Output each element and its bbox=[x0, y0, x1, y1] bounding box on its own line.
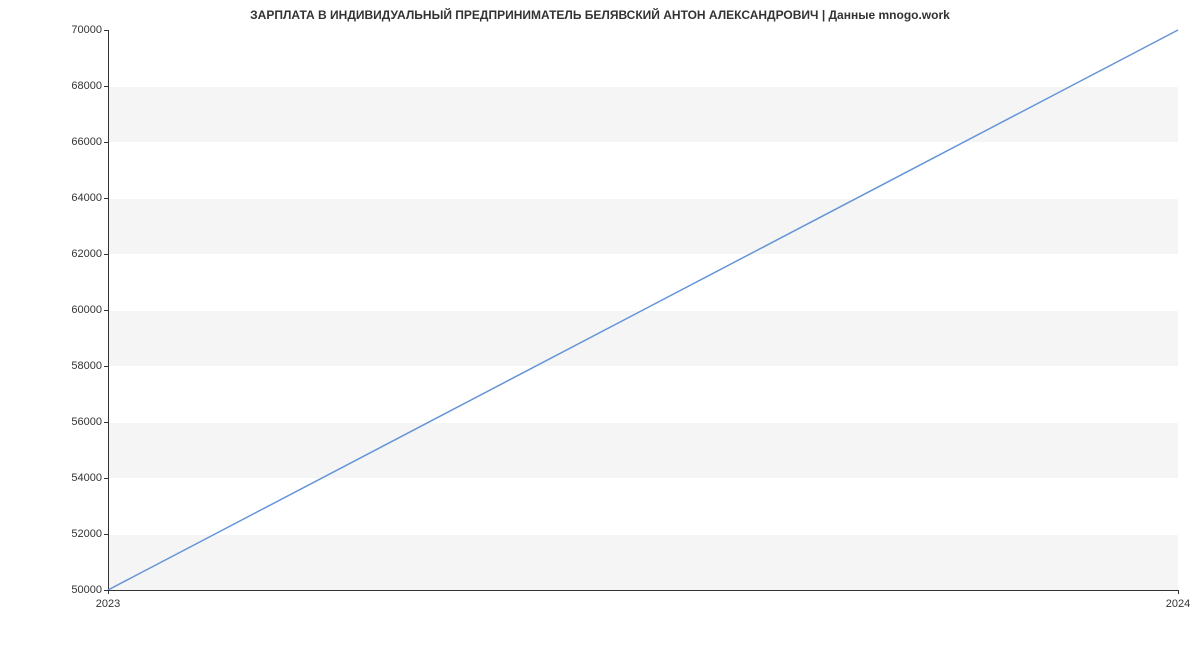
x-tick-label: 2024 bbox=[1166, 598, 1190, 610]
y-tick-label: 52000 bbox=[42, 528, 102, 540]
y-tick-mark bbox=[104, 30, 108, 31]
y-tick-label: 54000 bbox=[42, 472, 102, 484]
y-tick-label: 68000 bbox=[42, 80, 102, 92]
y-tick-mark bbox=[104, 310, 108, 311]
y-tick-label: 64000 bbox=[42, 192, 102, 204]
chart-title: ЗАРПЛАТА В ИНДИВИДУАЛЬНЫЙ ПРЕДПРИНИМАТЕЛ… bbox=[0, 8, 1200, 22]
line-series bbox=[108, 30, 1178, 590]
x-tick-mark bbox=[1178, 590, 1179, 594]
data-line bbox=[108, 30, 1178, 590]
y-tick-mark bbox=[104, 142, 108, 143]
y-tick-mark bbox=[104, 198, 108, 199]
y-tick-label: 58000 bbox=[42, 360, 102, 372]
y-tick-label: 60000 bbox=[42, 304, 102, 316]
y-tick-label: 70000 bbox=[42, 24, 102, 36]
x-axis bbox=[108, 590, 1178, 591]
y-tick-mark bbox=[104, 86, 108, 87]
y-tick-mark bbox=[104, 254, 108, 255]
y-tick-mark bbox=[104, 534, 108, 535]
y-tick-label: 62000 bbox=[42, 248, 102, 260]
y-tick-label: 50000 bbox=[42, 584, 102, 596]
x-tick-mark bbox=[108, 590, 109, 594]
y-tick-label: 66000 bbox=[42, 136, 102, 148]
y-tick-mark bbox=[104, 478, 108, 479]
y-tick-mark bbox=[104, 422, 108, 423]
y-tick-label: 56000 bbox=[42, 416, 102, 428]
y-tick-mark bbox=[104, 366, 108, 367]
x-tick-label: 2023 bbox=[96, 598, 120, 610]
